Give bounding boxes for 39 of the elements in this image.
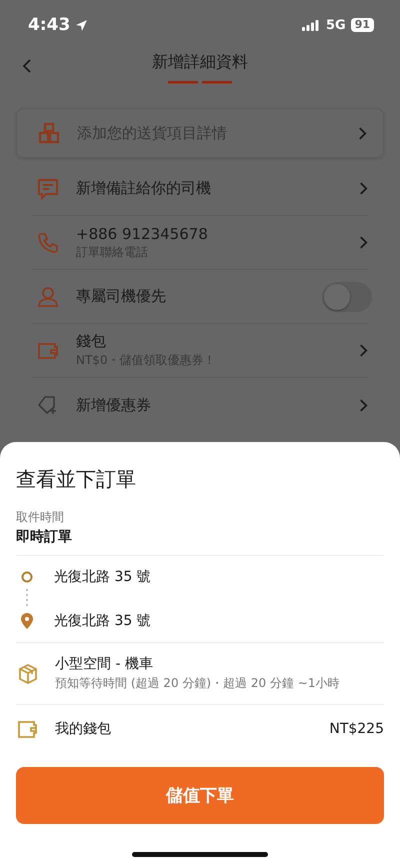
sheet-title: 查看並下訂單 bbox=[16, 466, 137, 493]
stop-address: 光復北路 35 號 bbox=[54, 568, 151, 586]
row-label: 新增備註給你的司機 bbox=[76, 179, 212, 198]
step-indicator bbox=[168, 81, 232, 84]
chevron-icon bbox=[358, 126, 367, 140]
message-icon bbox=[36, 176, 60, 200]
chevron-icon bbox=[359, 181, 368, 196]
row-label: 新增優惠券 bbox=[76, 396, 152, 414]
location-pin-icon bbox=[20, 612, 34, 630]
settings-row[interactable]: 專屬司機優先 bbox=[32, 270, 368, 324]
row-label: 錢包 bbox=[76, 332, 107, 351]
vehicle-name: 小型空間 - 機車 bbox=[55, 655, 154, 673]
vehicle-wait-note: 預知等待時間 (超過 20 分鐘)・超過 20 分鐘 ~1小時 bbox=[55, 675, 340, 692]
settings-row[interactable]: 新增優惠券 bbox=[32, 378, 368, 432]
pickup-time-value: 即時訂單 bbox=[16, 528, 73, 546]
chevron-icon bbox=[359, 235, 368, 250]
chevron-icon bbox=[359, 343, 368, 358]
location-arrow-icon bbox=[75, 18, 88, 32]
pickup-time-label: 取件時間 bbox=[16, 509, 65, 526]
boxes-icon bbox=[37, 121, 61, 145]
signal-icon bbox=[302, 20, 319, 30]
wallet-amount: NT$225 bbox=[329, 721, 384, 737]
box-icon bbox=[17, 662, 39, 684]
status-time: 4:43 bbox=[28, 15, 70, 35]
row-label: +886 912345678 bbox=[76, 224, 209, 242]
top-up-order-button[interactable]: 儲值下單 bbox=[16, 767, 384, 824]
battery-level: 91 bbox=[350, 18, 374, 32]
network-label: 5G bbox=[326, 18, 346, 32]
settings-row[interactable]: 新增備註給你的司機 bbox=[32, 162, 368, 216]
wallet-icon bbox=[17, 719, 39, 739]
driver-icon bbox=[36, 284, 60, 308]
wallet-label: 我的錢包 bbox=[55, 720, 112, 738]
page-title: 新增詳細資料 bbox=[152, 52, 248, 73]
chevron-icon bbox=[359, 398, 368, 412]
stop-address: 光復北路 35 號 bbox=[54, 612, 151, 630]
row-label: 專屬司機優先 bbox=[76, 287, 167, 306]
phone-icon bbox=[36, 230, 60, 254]
pickup-circle-icon bbox=[20, 570, 34, 584]
toggle-switch[interactable] bbox=[322, 282, 372, 312]
